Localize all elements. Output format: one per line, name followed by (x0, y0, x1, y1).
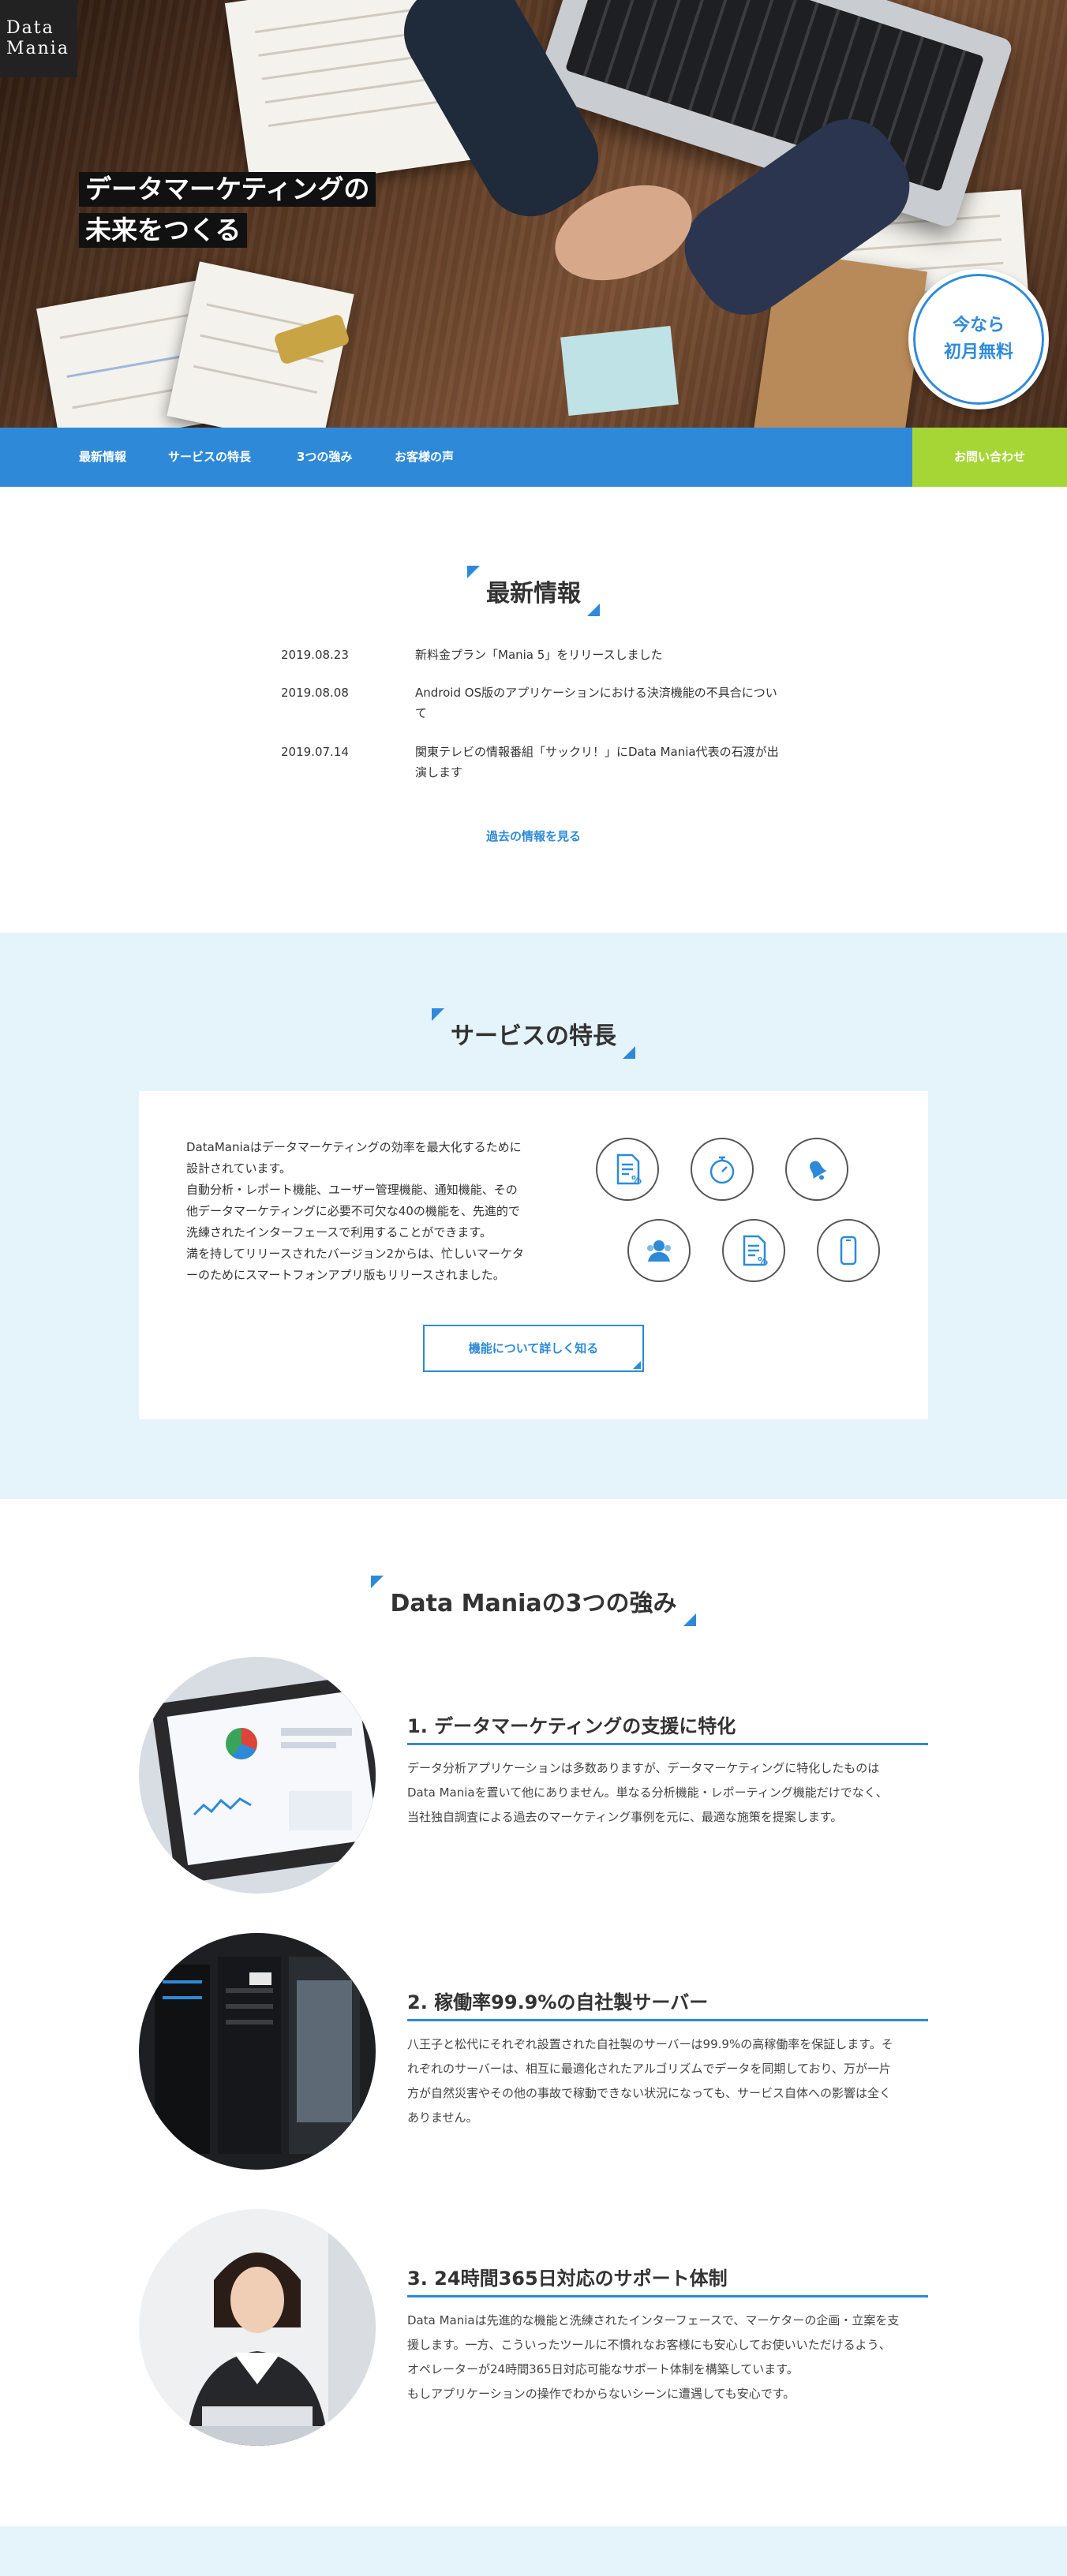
next-section-band (0, 2526, 1067, 2576)
logo-line-2: Mania (6, 39, 69, 58)
strength-item: 1. データマーケティングの支援に特化 データ分析アプリケーションは多数あります… (139, 1657, 928, 1894)
strengths-heading-text: Data Maniaの3つの強み (390, 1590, 677, 1617)
hero-headline-line-2: 未来をつくる (79, 213, 248, 248)
news-date: 2019.07.14 (281, 745, 349, 759)
features-detail-button-label: 機能について詳しく知る (468, 1341, 599, 1355)
nav-item-strengths[interactable]: 3つの強み (297, 428, 352, 487)
strength-item: 2. 稼働率99.9%の自社製サーバー 八王子と松代にそれぞれ設置された自社製の… (139, 1933, 928, 2170)
strength-photo-support-operator (139, 2209, 376, 2446)
features-detail-button[interactable]: 機能について詳しく知る (423, 1325, 644, 1372)
free-badge-line-1: 今なら (952, 316, 1005, 335)
features-section: サービスの特長 DataManiaはデータマーケティングの効率を最大化するために… (0, 933, 1067, 1499)
news-text[interactable]: 関東テレビの情報番組「サックリ！」にData Mania代表の石渡が出演します (415, 742, 786, 783)
strength-title: 3. 24時間365日対応のサポート体制 (407, 2263, 928, 2297)
features-card: DataManiaはデータマーケティングの効率を最大化するために 設計されていま… (139, 1091, 928, 1419)
svg-text:%: % (758, 1256, 768, 1268)
hero-photo-notecard (560, 325, 679, 417)
strength-title: 2. 稼働率99.9%の自社製サーバー (407, 1987, 928, 2021)
strength-title: 1. データマーケティングの支援に特化 (407, 1710, 928, 1745)
button-corner-mark (633, 1361, 641, 1369)
stopwatch-icon (691, 1138, 754, 1201)
strength-item: 3. 24時間365日対応のサポート体制 Data Maniaは先進的な機能と洗… (139, 2209, 928, 2446)
strengths-section: Data Maniaの3つの強み 1. データマーケティングの支援に特化 データ… (0, 1499, 1067, 2526)
features-heading: サービスの特長 (432, 1008, 635, 1059)
svg-text:%: % (631, 1175, 642, 1187)
contact-button[interactable]: お問い合わせ (912, 428, 1067, 487)
free-trial-badge[interactable]: 今なら 初月無料 (908, 269, 1049, 409)
hero-headline-line-1: データマーケティングの (79, 172, 376, 207)
news-heading: 最新情報 (467, 566, 600, 616)
news-text[interactable]: Android OS版のアプリケーションにおける決済機能の不具合について (415, 682, 786, 723)
heading-corner-mark (371, 1576, 384, 1588)
news-date: 2019.08.23 (281, 648, 349, 662)
report-icon: % (596, 1138, 659, 1201)
strength-photo-tablet-dashboard (139, 1657, 376, 1894)
news-date: 2019.08.08 (281, 686, 349, 700)
heading-corner-mark (432, 1008, 444, 1021)
features-heading-wrap: サービスの特長 (0, 1008, 1067, 1059)
nav-item-voices[interactable]: お客様の声 (395, 428, 454, 487)
hero-section: Data Mania データマーケティングの 未来をつくる 今なら 初月無料 (0, 0, 1067, 428)
hero-headline: データマーケティングの 未来をつくる (79, 172, 376, 254)
heading-corner-mark (467, 566, 480, 578)
analysis-document-icon: % (722, 1219, 785, 1282)
smartphone-icon (817, 1219, 880, 1282)
nav-item-news[interactable]: 最新情報 (79, 428, 126, 487)
strength-body: Data Maniaは先進的な機能と洗練されたインターフェースで、マーケターの企… (407, 2313, 900, 2401)
strength-body: データ分析アプリケーションは多数ありますが、データマーケティングに特化したものは… (407, 1761, 888, 1824)
news-text[interactable]: 新料金プラン「Mania 5」をリリースしました (415, 645, 786, 665)
features-heading-text: サービスの特長 (451, 1023, 616, 1050)
news-more-wrap: 過去の情報を見る (0, 828, 1067, 844)
heading-corner-mark (683, 1613, 696, 1626)
news-heading-wrap: 最新情報 (0, 566, 1067, 616)
notification-bell-icon (785, 1138, 848, 1201)
free-badge-line-2: 初月無料 (943, 342, 1013, 362)
strengths-heading-wrap: Data Maniaの3つの強み (0, 1576, 1067, 1626)
news-more-link[interactable]: 過去の情報を見る (486, 829, 581, 843)
strengths-heading: Data Maniaの3つの強み (371, 1576, 696, 1626)
strength-body: 八王子と松代にそれぞれ設置された自社製のサーバーは99.9%の高稼働率を保証しま… (407, 2037, 893, 2125)
nav-item-features[interactable]: サービスの特長 (168, 428, 251, 487)
heading-corner-mark (623, 1046, 635, 1059)
features-description: DataManiaはデータマーケティングの効率を最大化するために 設計されていま… (186, 1140, 525, 1282)
global-nav: 最新情報 サービスの特長 3つの強み お客様の声 お問い合わせ (0, 428, 1067, 487)
news-heading-text: 最新情報 (486, 580, 581, 608)
user-management-icon (627, 1219, 691, 1282)
heading-corner-mark (587, 604, 600, 616)
news-section: 最新情報 2019.08.23 新料金プラン「Mania 5」をリリースしました… (0, 487, 1067, 933)
logo-line-1: Data (6, 18, 54, 38)
strength-photo-server-racks (139, 1933, 376, 2170)
site-logo[interactable]: Data Mania (0, 0, 77, 77)
